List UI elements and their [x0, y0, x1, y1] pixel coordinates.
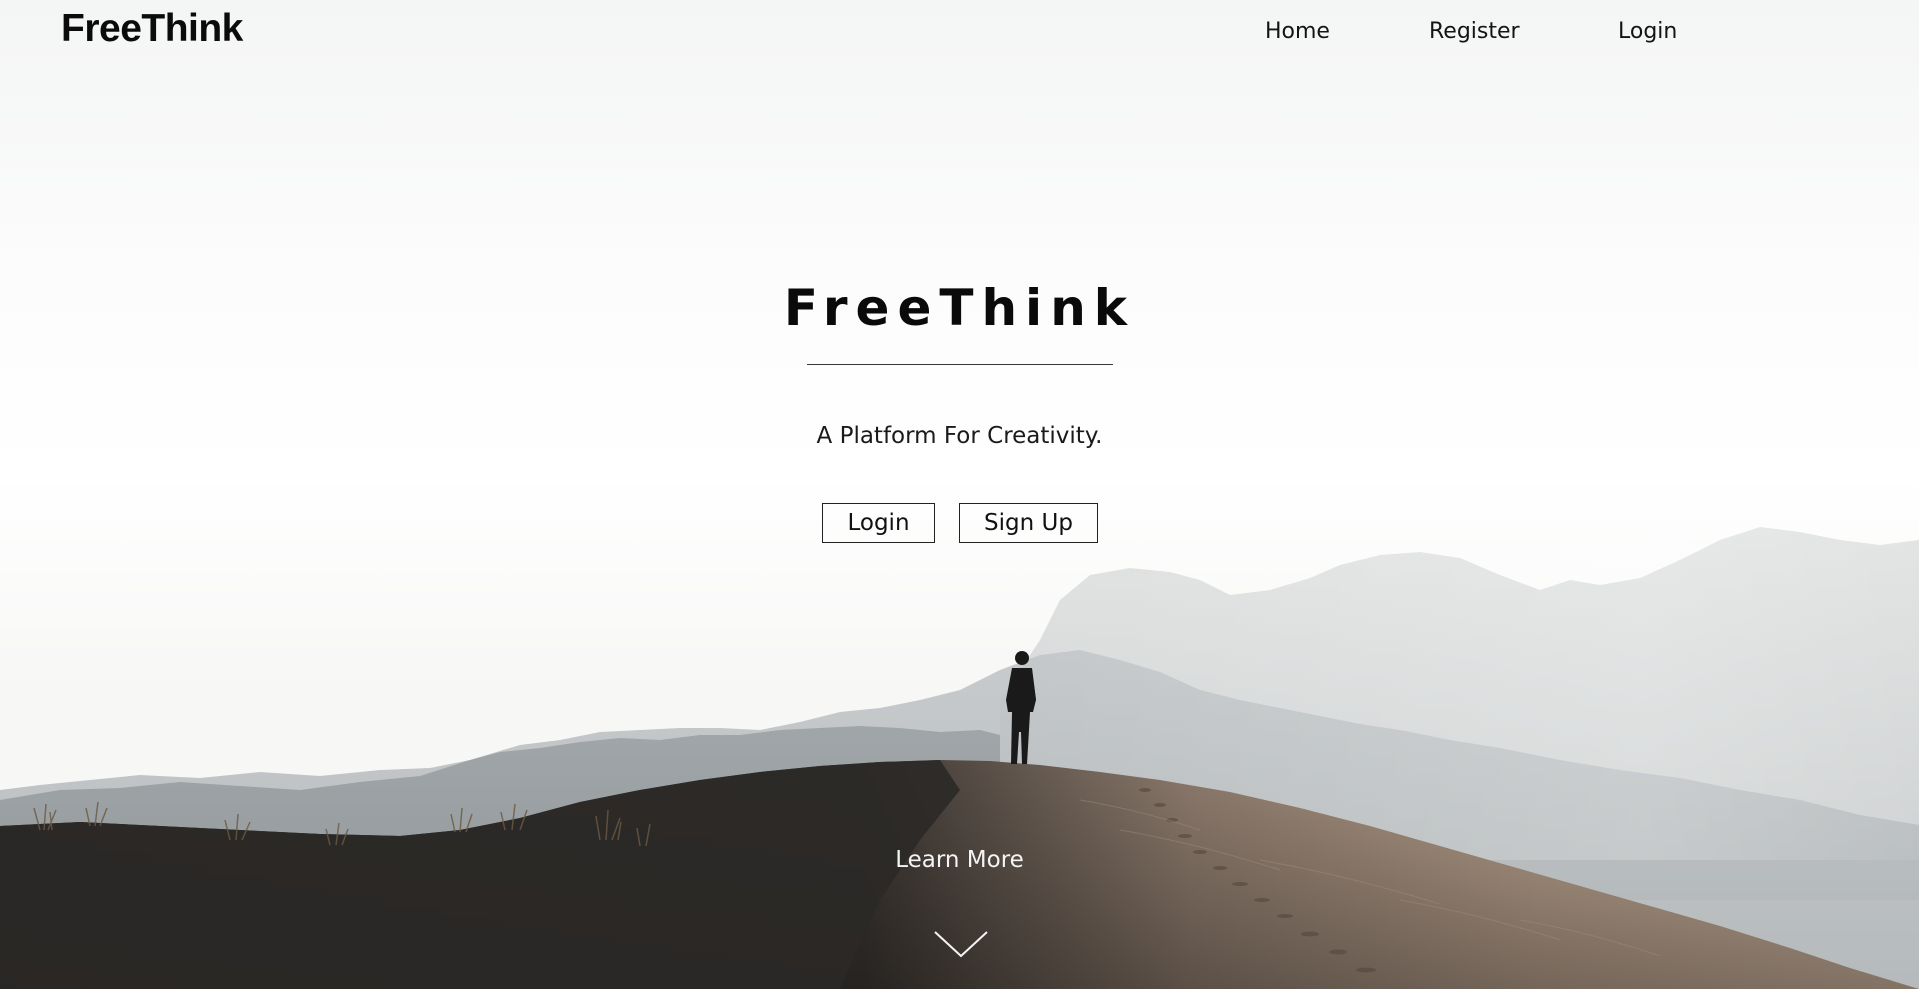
hero-tagline: A Platform For Creativity. [816, 423, 1103, 449]
hero-signup-button[interactable]: Sign Up [959, 503, 1098, 543]
hero-divider [807, 364, 1113, 365]
learn-more-link[interactable]: Learn More [0, 844, 1919, 876]
nav-home-link[interactable]: Home [1265, 17, 1330, 47]
brand-logo[interactable]: FreeThink [61, 7, 243, 51]
hero-title: FreeThink [783, 279, 1136, 337]
hero-login-button[interactable]: Login [822, 503, 935, 543]
hero-background-image [0, 520, 1919, 989]
chevron-down-icon[interactable] [933, 928, 989, 960]
top-navbar: FreeThink Home Register Login [0, 0, 1919, 64]
nav-login-link[interactable]: Login [1618, 17, 1677, 47]
landing-page: FreeThink Home Register Login FreeThink … [0, 0, 1919, 989]
nav-register-link[interactable]: Register [1429, 17, 1520, 47]
